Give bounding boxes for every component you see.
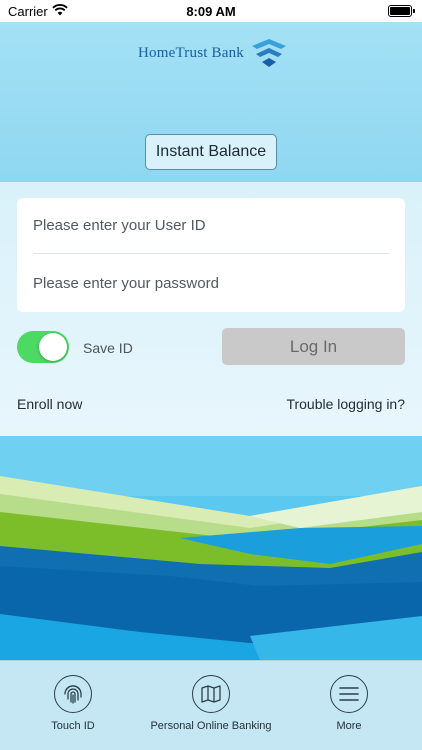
login-form: Please enter your User ID Please enter y… xyxy=(17,198,405,312)
header: HomeTrust Bank Instant Balance xyxy=(0,22,422,182)
logo-text: HomeTrust Bank xyxy=(138,44,245,61)
tab-more-label: More xyxy=(336,720,362,732)
tab-touch-id[interactable]: Touch ID xyxy=(3,675,143,732)
trouble-logging-in-link[interactable]: Trouble logging in? xyxy=(286,396,405,412)
tab-bar: Touch ID Personal Online Banking More xyxy=(0,660,422,750)
login-area: Please enter your User ID Please enter y… xyxy=(0,182,422,438)
toggle-knob xyxy=(39,333,67,361)
tab-personal-online-banking[interactable]: Personal Online Banking xyxy=(141,675,281,732)
save-id-toggle[interactable] xyxy=(17,331,69,363)
map-icon xyxy=(192,675,230,713)
tab-personal-online-banking-label: Personal Online Banking xyxy=(150,720,272,732)
user-id-input[interactable]: Please enter your User ID xyxy=(33,198,389,254)
landscape-graphic xyxy=(0,436,422,660)
battery-icon xyxy=(388,5,415,17)
clock: 8:09 AM xyxy=(186,4,236,19)
menu-icon xyxy=(330,675,368,713)
save-id-label: Save ID xyxy=(83,340,133,356)
logo-mark-icon xyxy=(252,39,287,67)
enroll-now-link[interactable]: Enroll now xyxy=(17,396,82,412)
tab-more[interactable]: More xyxy=(279,675,419,732)
login-button[interactable]: Log In xyxy=(222,328,405,365)
fingerprint-icon xyxy=(54,675,92,713)
bank-logo: HomeTrust Bank xyxy=(138,38,290,68)
password-input[interactable]: Please enter your password xyxy=(33,255,389,311)
instant-balance-button[interactable]: Instant Balance xyxy=(145,134,277,170)
status-bar: Carrier 8:09 AM xyxy=(0,0,422,22)
tab-touch-id-label: Touch ID xyxy=(51,720,95,732)
